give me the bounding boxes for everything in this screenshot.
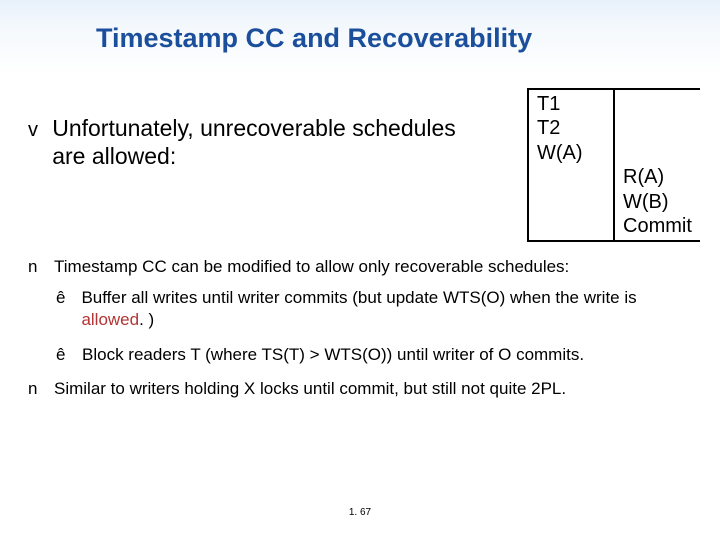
sp1-allowed: allowed: [81, 310, 139, 329]
top-row: v Unfortunately, unrecoverable schedules…: [28, 88, 692, 242]
t1-label: T1: [537, 92, 605, 116]
title-bar: Timestamp CC and Recoverability: [0, 0, 720, 76]
cell-t1: T1 T2 W(A): [528, 89, 614, 241]
sp1-c: . ): [139, 310, 154, 329]
schedule-table: T1 T2 W(A) R(A) W(B) Commit: [527, 88, 700, 242]
t2-w-b: W(B): [623, 190, 692, 214]
bullet-e: ê: [56, 287, 71, 332]
sp1-a: Buffer all writes until writer commits (…: [81, 288, 636, 307]
cell-t2: R(A) W(B) Commit: [614, 89, 700, 241]
list-item: n Similar to writers holding X locks unt…: [28, 378, 692, 400]
main-point: v Unfortunately, unrecoverable schedules…: [28, 88, 460, 170]
point-1: Timestamp CC can be modified to allow on…: [54, 256, 569, 278]
subpoint-1: Buffer all writes until writer commits (…: [81, 287, 692, 332]
bullet-n: n: [28, 378, 44, 400]
t2-r-a: R(A): [623, 165, 692, 189]
subpoint-2: Block readers T (where TS(T) > WTS(O)) u…: [82, 344, 584, 366]
point-2: Similar to writers holding X locks until…: [54, 378, 566, 400]
bullet-n: n: [28, 256, 44, 278]
bullet-e: ê: [56, 344, 72, 366]
t2-commit: Commit: [623, 214, 692, 238]
t1-w-a: W(A): [537, 141, 605, 165]
t2-label: T2: [537, 116, 605, 140]
main-text: Unfortunately, unrecoverable schedules a…: [52, 114, 460, 170]
list-item: ê Buffer all writes until writer commits…: [56, 287, 692, 332]
slide-title: Timestamp CC and Recoverability: [96, 23, 532, 54]
page-number: 1. 67: [349, 507, 371, 518]
list-item: n Timestamp CC can be modified to allow …: [28, 256, 692, 278]
table-row: T1 T2 W(A) R(A) W(B) Commit: [528, 89, 700, 241]
sub-sub-list: ê Buffer all writes until writer commits…: [56, 287, 692, 366]
list-item: ê Block readers T (where TS(T) > WTS(O))…: [56, 344, 692, 366]
slide-content: v Unfortunately, unrecoverable schedules…: [0, 76, 720, 401]
sub-list: n Timestamp CC can be modified to allow …: [28, 256, 692, 400]
bullet-main: v: [28, 118, 40, 142]
